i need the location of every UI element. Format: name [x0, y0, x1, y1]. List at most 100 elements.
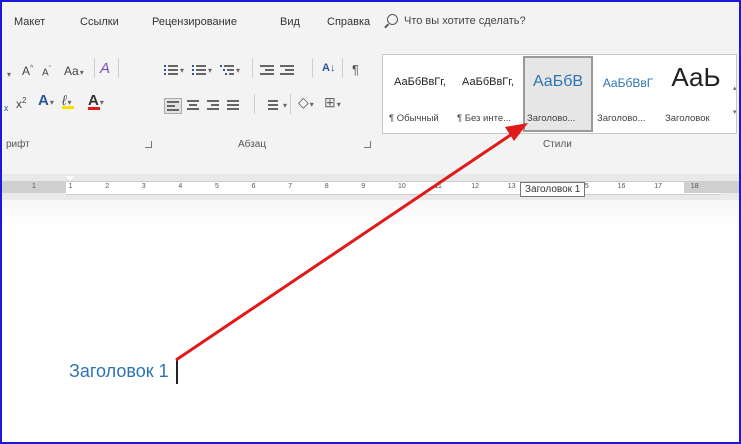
style-heading-1[interactable]: АаБбВ Заголово... — [523, 56, 593, 132]
font-size-dropdown[interactable]: ▾ — [6, 68, 11, 80]
style-normal[interactable]: АаБбВвГг, ¶ Обычный — [387, 58, 453, 130]
ruler-tick-label: 13 — [507, 183, 516, 190]
divider — [252, 58, 253, 78]
style-name: ¶ Обычный — [389, 113, 439, 124]
align-left-icon — [166, 100, 180, 112]
divider — [342, 58, 343, 78]
style-name: Заголовок — [665, 113, 710, 124]
text-effects-button[interactable]: A▾ — [38, 92, 54, 109]
highlight-button[interactable]: ℓ▾ — [62, 92, 74, 109]
style-sample: АаБбВвГ — [602, 76, 654, 90]
increase-indent-icon — [280, 64, 295, 76]
style-tooltip: Заголовок 1 — [520, 182, 586, 197]
font-color-button[interactable]: A▾ — [88, 92, 104, 110]
borders-icon: ⊞ — [324, 94, 336, 110]
shrink-font-label: A — [42, 67, 49, 79]
line-spacing-icon — [264, 99, 278, 111]
style-title[interactable]: АаЬ Заголовок — [663, 58, 729, 130]
change-case-button[interactable]: Aa▾ — [64, 64, 84, 78]
bullets-button[interactable]: ▾ — [164, 64, 184, 76]
numbering-icon — [192, 64, 207, 76]
tab-references[interactable]: Ссылки — [80, 16, 119, 28]
shading-button[interactable]: ◇▾ — [298, 94, 314, 111]
ribbon-tabs: Макет Ссылки Рецензирование Вид Справка … — [2, 2, 739, 46]
ruler-tick-label: 3 — [141, 183, 146, 190]
subscript-icon[interactable]: ₓ — [4, 98, 8, 113]
divider — [312, 58, 313, 78]
tab-review[interactable]: Рецензирование — [152, 16, 237, 28]
style-name: Заголово... — [597, 113, 646, 124]
sort-button[interactable]: A↓ — [322, 62, 335, 74]
style-no-spacing[interactable]: АаБбВвГг, ¶ Без инте... — [455, 58, 521, 130]
numbering-button[interactable]: ▾ — [192, 64, 212, 76]
ruler-tick-label: 5 — [215, 183, 219, 190]
ruler-tick-label: 4 — [178, 183, 183, 190]
style-name: Заголово... — [527, 113, 576, 124]
divider — [118, 58, 119, 78]
bullets-icon — [164, 64, 179, 76]
align-right-button[interactable] — [206, 99, 224, 111]
gallery-scroll[interactable]: ▴ ▾ — [733, 54, 739, 132]
style-sample: АаЬ — [671, 62, 721, 92]
ruler-tick-label: 1 — [68, 183, 73, 190]
style-heading-2[interactable]: АаБбВвГ Заголово... — [595, 58, 661, 130]
font-dialog-launcher-icon[interactable] — [145, 141, 152, 148]
search-icon — [387, 14, 398, 25]
font-group-label: рифт — [6, 139, 30, 150]
clear-formatting-icon[interactable]: A — [100, 60, 110, 77]
document-page[interactable] — [2, 200, 739, 442]
ruler-tick-label: 8 — [324, 183, 329, 190]
document-heading[interactable]: Заголовок 1 — [69, 361, 169, 382]
first-line-indent-marker[interactable] — [66, 176, 74, 181]
ruler-tick-label: 2 — [105, 183, 110, 190]
ruler-tick-label: 9 — [361, 183, 366, 190]
multilevel-list-button[interactable]: ▾ — [220, 64, 240, 76]
align-center-icon — [186, 99, 200, 111]
tab-help[interactable]: Справка — [327, 16, 370, 28]
style-sample: АаБбВ — [532, 73, 584, 90]
decrease-indent-button[interactable] — [260, 64, 275, 76]
style-name: ¶ Без инте... — [457, 113, 512, 124]
ruler-tick-label: 7 — [288, 183, 293, 190]
line-spacing-button[interactable]: ▾ — [264, 99, 287, 111]
text-effects-icon: A — [38, 92, 49, 109]
align-left-button[interactable] — [164, 98, 182, 115]
grow-font-button[interactable]: A^ — [22, 64, 33, 78]
ruler-tick-label: 17 — [654, 183, 662, 190]
ruler-tick-label: 6 — [251, 183, 256, 190]
ruler-tick-label: 1 — [32, 183, 36, 190]
superscript-button[interactable]: x2 — [16, 96, 26, 111]
ruler-tick-label: 11 — [434, 183, 442, 190]
increase-indent-button[interactable] — [280, 64, 295, 76]
text-caret — [176, 358, 178, 384]
highlighter-icon: ℓ — [62, 92, 67, 108]
horizontal-ruler: 1123456789101112131415161718 — [2, 174, 739, 200]
justify-icon — [226, 99, 240, 111]
shrink-font-button[interactable]: Aˇ — [42, 66, 51, 78]
multilevel-list-icon — [220, 64, 235, 76]
ruler-tick-label: 16 — [617, 183, 626, 190]
divider — [254, 94, 255, 114]
ruler-tick-label: 18 — [690, 183, 699, 190]
change-case-label: Aa — [64, 64, 79, 78]
justify-button[interactable] — [226, 99, 244, 111]
tell-me-text: Что вы хотите сделать? — [404, 15, 526, 27]
tab-view[interactable]: Вид — [280, 16, 300, 28]
align-right-icon — [206, 99, 220, 111]
ruler-tick-label: 12 — [471, 183, 479, 190]
paragraph-dialog-launcher-icon[interactable] — [364, 141, 371, 148]
page-top-shadow — [2, 200, 739, 230]
align-center-button[interactable] — [186, 99, 204, 111]
divider — [290, 94, 291, 114]
show-marks-button[interactable]: ¶ — [352, 62, 359, 77]
style-sample: АаБбВвГг, — [462, 76, 514, 88]
chevron-up-icon: ▴ — [733, 85, 737, 92]
tab-layout[interactable]: Макет — [14, 16, 45, 28]
borders-button[interactable]: ⊞▾ — [324, 94, 341, 111]
paragraph-group-label: Абзац — [238, 139, 267, 150]
tell-me-search[interactable]: Что вы хотите сделать? — [387, 14, 526, 27]
grow-font-label: A — [22, 64, 31, 78]
styles-gallery: АаБбВвГг, ¶ Обычный АаБбВвГг, ¶ Без инте… — [382, 54, 737, 134]
ruler-tick-label: 10 — [398, 183, 406, 190]
paint-bucket-icon: ◇ — [298, 94, 309, 110]
